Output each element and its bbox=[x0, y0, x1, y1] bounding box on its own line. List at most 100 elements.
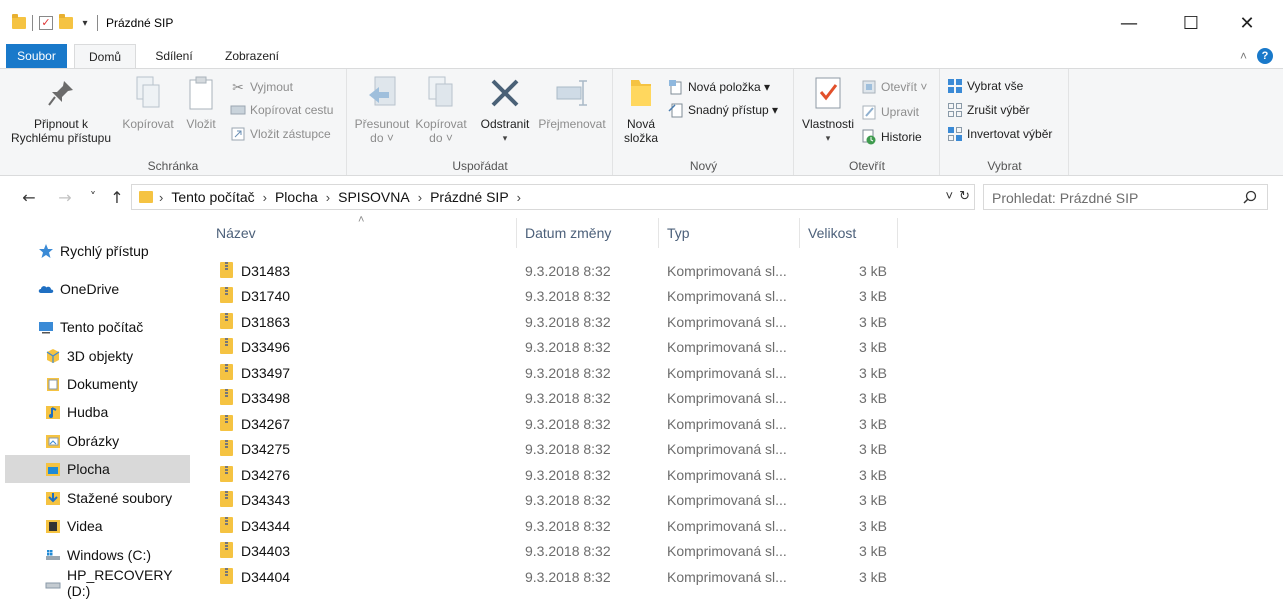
breadcrumb-spisovna[interactable]: SPISOVNA bbox=[338, 189, 410, 205]
open-group: Vlastnosti ▾ Otevřít ˅ Upravit Historie … bbox=[795, 69, 940, 175]
search-box[interactable]: Prohledat: Prázdné SIP bbox=[983, 184, 1268, 210]
rename-button[interactable]: Přejmenovat bbox=[534, 73, 610, 131]
search-input[interactable]: Prohledat: Prázdné SIP bbox=[992, 190, 1138, 206]
column-divider[interactable] bbox=[516, 218, 517, 248]
select-none-icon bbox=[947, 102, 963, 118]
breadcrumb-empty-sip[interactable]: Prázdné SIP bbox=[430, 189, 509, 205]
invert-selection-button[interactable]: Invertovat výběr bbox=[947, 124, 1052, 144]
search-icon[interactable] bbox=[1243, 190, 1257, 207]
tab-file[interactable]: Soubor bbox=[6, 44, 67, 69]
delete-button[interactable]: Odstranit ▾ bbox=[476, 73, 534, 145]
properties-dropdown-icon[interactable]: ▾ bbox=[797, 131, 859, 145]
select-all-button[interactable]: Vybrat vše bbox=[947, 76, 1023, 96]
file-row[interactable]: D34343 9.3.2018 8:32 Komprimovaná sl... 3 k… bbox=[195, 487, 1283, 512]
column-header-date[interactable]: Datum změny bbox=[525, 225, 611, 241]
file-type: Komprimovaná sl... bbox=[667, 390, 787, 406]
zip-folder-icon bbox=[220, 415, 233, 431]
new-folder-icon[interactable] bbox=[59, 14, 73, 29]
open-label: Otevřít ˅ bbox=[881, 80, 928, 94]
help-icon[interactable]: ? bbox=[1257, 48, 1273, 64]
paste-shortcut-button[interactable]: Vložit zástupce bbox=[230, 124, 331, 144]
breadcrumb-separator-icon[interactable]: › bbox=[418, 190, 422, 205]
file-row[interactable]: D31863 9.3.2018 8:32 Komprimovaná sl... 3 k… bbox=[195, 309, 1283, 334]
file-row[interactable]: D31740 9.3.2018 8:32 Komprimovaná sl... 3 k… bbox=[195, 283, 1283, 308]
column-header-name[interactable]: Název bbox=[216, 225, 256, 241]
file-date: 9.3.2018 8:32 bbox=[525, 569, 611, 585]
refresh-icon[interactable]: ↻ bbox=[959, 188, 970, 204]
breadcrumb-separator-icon[interactable]: › bbox=[517, 190, 521, 205]
column-header-type[interactable]: Typ bbox=[667, 225, 690, 241]
edit-button[interactable]: Upravit bbox=[861, 102, 919, 122]
zip-folder-icon bbox=[220, 338, 233, 354]
address-history-dropdown-icon[interactable]: ˅ bbox=[946, 188, 954, 204]
forward-button[interactable]: → bbox=[56, 188, 74, 207]
cut-button[interactable]: ✂ Vyjmout bbox=[230, 77, 293, 97]
sidebar-item-onedrive[interactable]: OneDrive bbox=[38, 275, 188, 303]
up-button[interactable]: ↑ bbox=[108, 188, 126, 207]
properties-check-icon[interactable]: ✓ bbox=[39, 16, 53, 30]
file-row[interactable]: D31483 9.3.2018 8:32 Komprimovaná sl... 3 k… bbox=[195, 258, 1283, 283]
file-row[interactable]: D33498 9.3.2018 8:32 Komprimovaná sl... 3 k… bbox=[195, 385, 1283, 410]
close-button[interactable]: ✕ bbox=[1224, 0, 1270, 46]
sidebar-item-music[interactable]: Hudba bbox=[45, 398, 188, 426]
column-divider[interactable] bbox=[799, 218, 800, 248]
select-none-button[interactable]: Zrušit výběr bbox=[947, 100, 1030, 120]
file-row[interactable]: D34404 9.3.2018 8:32 Komprimovaná sl... 3 k… bbox=[195, 564, 1283, 589]
sidebar-item-windows-c[interactable]: Windows (C:) bbox=[45, 541, 188, 569]
delete-label: Odstranit bbox=[480, 117, 530, 131]
history-button[interactable]: Historie bbox=[861, 127, 922, 147]
copy-button[interactable]: Kopírovat bbox=[118, 73, 178, 131]
move-to-button[interactable]: Přesunout do ˅ bbox=[350, 73, 414, 145]
file-row[interactable]: D33496 9.3.2018 8:32 Komprimovaná sl... 3 k… bbox=[195, 334, 1283, 359]
collapse-ribbon-icon[interactable]: ˄ bbox=[1240, 49, 1247, 63]
column-header-size[interactable]: Velikost bbox=[808, 225, 856, 241]
breadcrumb-this-pc[interactable]: Tento počítač bbox=[171, 189, 254, 205]
open-button[interactable]: Otevřít ˅ bbox=[861, 77, 927, 97]
tab-home[interactable]: Domů bbox=[74, 44, 136, 70]
back-button[interactable]: ← bbox=[20, 188, 38, 207]
file-row[interactable]: D34267 9.3.2018 8:32 Komprimovaná sl... 3 k… bbox=[195, 411, 1283, 436]
file-row[interactable]: D33497 9.3.2018 8:32 Komprimovaná sl... 3 k… bbox=[195, 360, 1283, 385]
tab-share[interactable]: Sdílení bbox=[143, 44, 205, 69]
tab-view[interactable]: Zobrazení bbox=[212, 44, 292, 69]
easy-access-button[interactable]: Snadný přístup ▾ bbox=[668, 100, 778, 120]
open-group-label: Otevřít bbox=[848, 159, 885, 173]
sidebar-item-quick-access[interactable]: Rychlý přístup bbox=[38, 237, 188, 265]
copy-path-button[interactable]: Kopírovat cestu bbox=[230, 100, 333, 120]
breadcrumb-desktop[interactable]: Plocha bbox=[275, 189, 318, 205]
delete-dropdown-icon[interactable]: ▾ bbox=[476, 131, 534, 145]
sidebar-item-pictures[interactable]: Obrázky bbox=[45, 427, 188, 455]
sidebar-item-desktop[interactable]: Plocha bbox=[5, 455, 190, 483]
pin-quick-access-button[interactable]: Připnout k Rychlému přístupu bbox=[6, 73, 116, 145]
maximize-button[interactable]: ☐ bbox=[1168, 0, 1214, 46]
file-row[interactable]: D34344 9.3.2018 8:32 Komprimovaná sl... 3 k… bbox=[195, 513, 1283, 538]
history-label: Historie bbox=[881, 130, 922, 144]
new-item-button[interactable]: Nová položka ▾ bbox=[668, 77, 770, 97]
sidebar-item-hp-recovery-d[interactable]: HP_RECOVERY (D:) bbox=[45, 567, 188, 599]
file-row[interactable]: D34275 9.3.2018 8:32 Komprimovaná sl... 3 k… bbox=[195, 436, 1283, 461]
sidebar-item-documents[interactable]: Dokumenty bbox=[45, 370, 188, 398]
customize-toolbar-icon[interactable]: ▾ bbox=[79, 18, 91, 29]
file-row[interactable]: D34403 9.3.2018 8:32 Komprimovaná sl... 3 k… bbox=[195, 538, 1283, 563]
copy-to-button[interactable]: Kopírovat do ˅ bbox=[411, 73, 471, 145]
new-folder-button[interactable]: Nová složka bbox=[618, 73, 664, 145]
properties-button[interactable]: Vlastnosti ▾ bbox=[797, 73, 859, 145]
sidebar-item-downloads[interactable]: Stažené soubory bbox=[45, 484, 188, 512]
paste-button[interactable]: Vložit bbox=[181, 73, 221, 131]
breadcrumb-separator-icon[interactable]: › bbox=[159, 190, 163, 205]
sidebar-item-3d-objects[interactable]: 3D objekty bbox=[45, 342, 188, 370]
file-row[interactable]: D34276 9.3.2018 8:32 Komprimovaná sl... 3 k… bbox=[195, 462, 1283, 487]
breadcrumb-separator-icon[interactable]: › bbox=[326, 190, 330, 205]
file-size: 3 kB bbox=[858, 263, 887, 279]
column-divider[interactable] bbox=[658, 218, 659, 248]
file-name: D33497 bbox=[241, 365, 291, 381]
column-divider[interactable] bbox=[897, 218, 898, 248]
recent-locations-button[interactable]: ˅ bbox=[84, 190, 102, 204]
file-name: D34343 bbox=[241, 492, 291, 508]
sidebar-item-videos[interactable]: Videa bbox=[45, 512, 188, 540]
minimize-button[interactable]: — bbox=[1106, 0, 1152, 46]
breadcrumb-separator-icon[interactable]: › bbox=[263, 190, 267, 205]
address-bar[interactable]: › Tento počítač › Plocha › SPISOVNA › Pr… bbox=[131, 184, 975, 210]
sidebar-item-this-pc[interactable]: Tento počítač bbox=[38, 313, 188, 341]
folder-icon bbox=[618, 73, 664, 113]
